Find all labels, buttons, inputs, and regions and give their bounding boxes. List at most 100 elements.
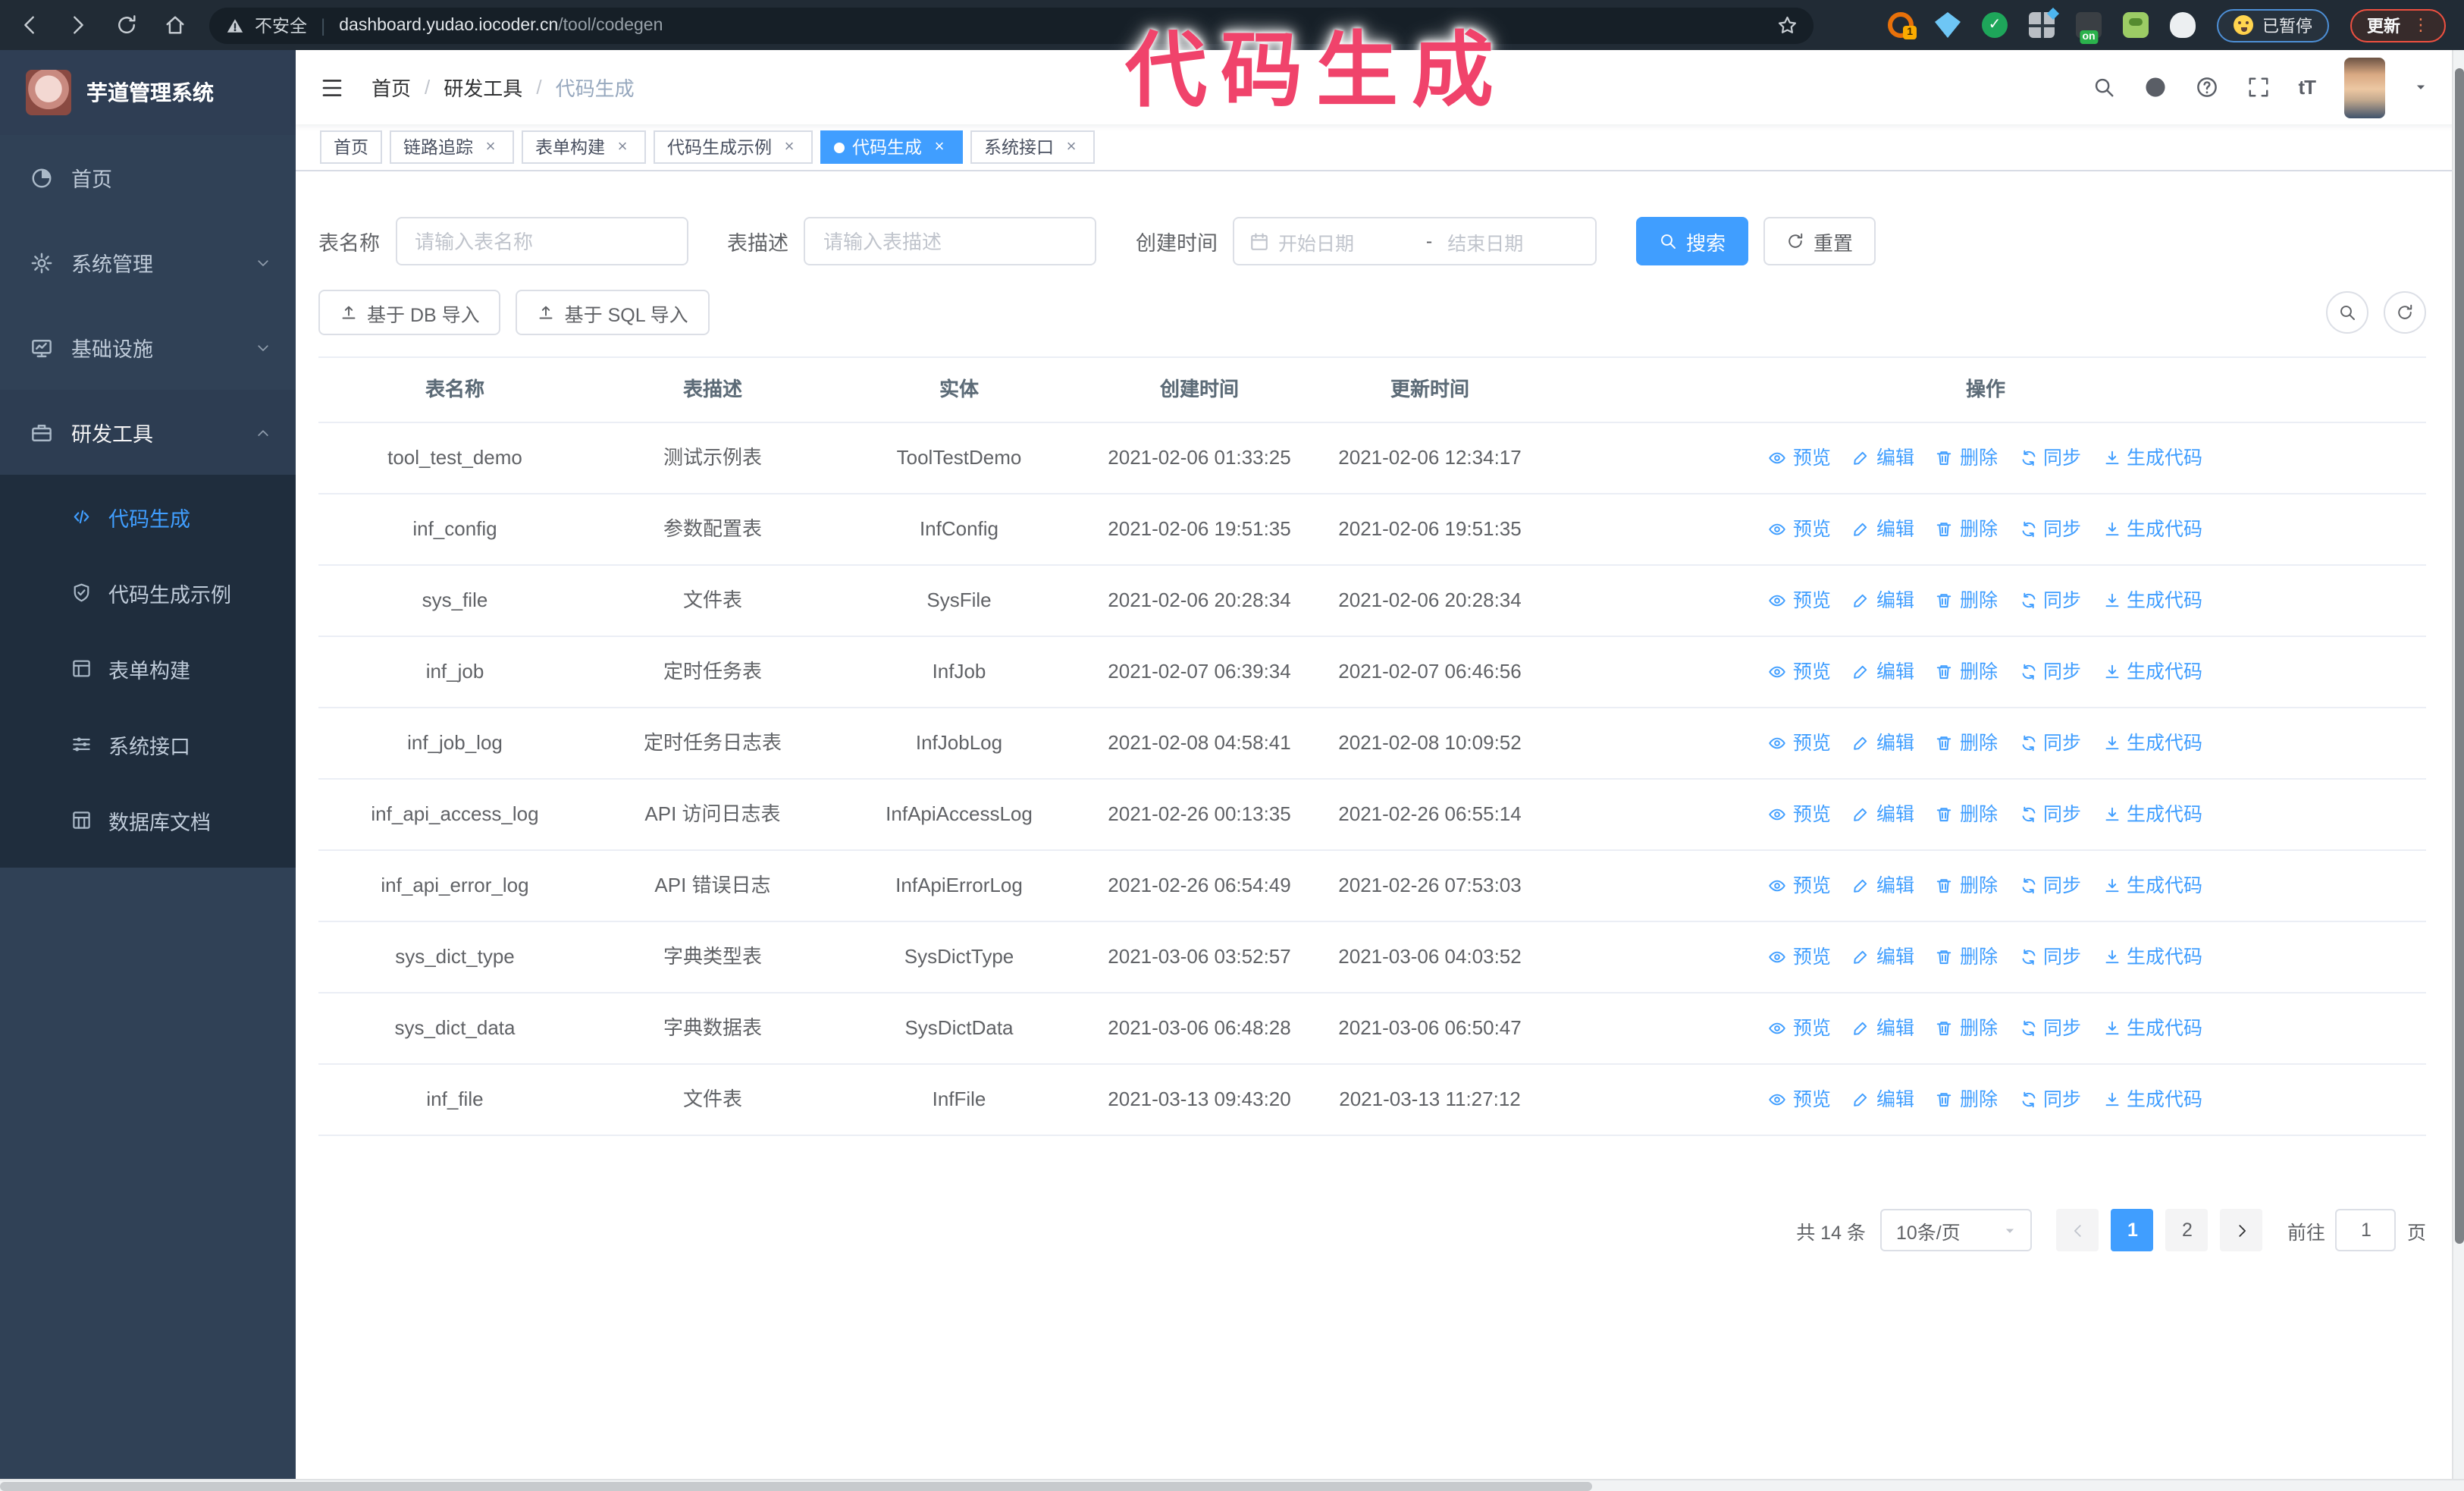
edit-link[interactable]: 编辑 xyxy=(1852,443,1914,473)
github-icon[interactable] xyxy=(2143,76,2166,99)
edit-link[interactable]: 编辑 xyxy=(1852,657,1914,687)
close-icon[interactable]: × xyxy=(1061,138,1081,156)
delete-link[interactable]: 删除 xyxy=(1936,657,1998,687)
generate-code-link[interactable]: 生成代码 xyxy=(2102,1085,2202,1115)
extension-gem-icon[interactable] xyxy=(1935,12,1961,38)
edit-link[interactable]: 编辑 xyxy=(1852,585,1914,616)
generate-code-link[interactable]: 生成代码 xyxy=(2102,799,2202,830)
edit-link[interactable]: 编辑 xyxy=(1852,728,1914,758)
sidebar-item-infra[interactable]: 基础设施 xyxy=(0,305,296,390)
db-import-button[interactable]: 基于 DB 导入 xyxy=(318,290,501,335)
preview-link[interactable]: 预览 xyxy=(1769,657,1831,687)
sync-link[interactable]: 同步 xyxy=(2019,871,2081,901)
breadcrumb-home[interactable]: 首页 xyxy=(371,73,411,102)
edit-link[interactable]: 编辑 xyxy=(1852,514,1914,545)
sql-import-button[interactable]: 基于 SQL 导入 xyxy=(516,290,710,335)
page-button-1[interactable]: 1 xyxy=(2111,1209,2154,1251)
question-icon[interactable] xyxy=(2195,76,2218,99)
sidebar-item-devtools[interactable]: 研发工具 xyxy=(0,390,296,475)
security-label[interactable]: 不安全 xyxy=(255,13,307,37)
delete-link[interactable]: 删除 xyxy=(1936,799,1998,830)
generate-code-link[interactable]: 生成代码 xyxy=(2102,942,2202,972)
page-size-select[interactable]: 10条/页 xyxy=(1880,1209,2033,1251)
sidebar-item-form-builder[interactable]: 表单构建 xyxy=(0,631,296,707)
delete-link[interactable]: 删除 xyxy=(1936,1013,1998,1044)
edit-link[interactable]: 编辑 xyxy=(1852,1085,1914,1115)
table-desc-input[interactable] xyxy=(804,217,1096,265)
preview-link[interactable]: 预览 xyxy=(1769,942,1831,972)
sync-link[interactable]: 同步 xyxy=(2019,585,2081,616)
sync-link[interactable]: 同步 xyxy=(2019,657,2081,687)
toggle-search-button[interactable] xyxy=(2326,291,2368,334)
delete-link[interactable]: 删除 xyxy=(1936,514,1998,545)
preview-link[interactable]: 预览 xyxy=(1769,514,1831,545)
font-size-icon[interactable]: tT xyxy=(2298,76,2316,99)
sidebar-item-codegen-demo[interactable]: 代码生成示例 xyxy=(0,555,296,631)
horizontal-scrollbar-thumb[interactable] xyxy=(0,1482,1592,1491)
goto-page-input[interactable] xyxy=(2335,1209,2397,1251)
sync-link[interactable]: 同步 xyxy=(2019,443,2081,473)
avatar[interactable] xyxy=(2344,57,2385,118)
preview-link[interactable]: 预览 xyxy=(1769,1085,1831,1115)
preview-link[interactable]: 预览 xyxy=(1769,799,1831,830)
search-button[interactable]: 搜索 xyxy=(1636,217,1749,265)
delete-link[interactable]: 删除 xyxy=(1936,585,1998,616)
sidebar-item-db-doc[interactable]: 数据库文档 xyxy=(0,783,296,859)
extension-robot-icon[interactable] xyxy=(2123,12,2149,38)
edit-link[interactable]: 编辑 xyxy=(1852,1013,1914,1044)
sync-link[interactable]: 同步 xyxy=(2019,1085,2081,1115)
next-page-button[interactable] xyxy=(2220,1209,2263,1251)
bookmark-star-icon[interactable] xyxy=(1776,15,1797,36)
sidebar-logo-row[interactable]: 芋道管理系统 xyxy=(0,50,296,135)
delete-link[interactable]: 删除 xyxy=(1936,942,1998,972)
edit-link[interactable]: 编辑 xyxy=(1852,871,1914,901)
close-icon[interactable]: × xyxy=(481,138,500,156)
preview-link[interactable]: 预览 xyxy=(1769,585,1831,616)
sidebar-item-system[interactable]: 系统管理 xyxy=(0,220,296,305)
extension-check-icon[interactable] xyxy=(1982,12,2008,38)
preview-link[interactable]: 预览 xyxy=(1769,1013,1831,1044)
extension-orange-icon[interactable]: 1 xyxy=(1888,12,1917,39)
extension-grid-icon[interactable] xyxy=(2029,12,2055,38)
reset-button[interactable]: 重置 xyxy=(1763,217,1876,265)
refresh-table-button[interactable] xyxy=(2384,291,2426,334)
home-icon[interactable] xyxy=(164,14,187,36)
close-icon[interactable]: × xyxy=(929,138,949,156)
generate-code-link[interactable]: 生成代码 xyxy=(2102,443,2202,473)
preview-link[interactable]: 预览 xyxy=(1769,728,1831,758)
breadcrumb-devtools[interactable]: 研发工具 xyxy=(444,73,522,102)
vertical-scrollbar-thumb[interactable] xyxy=(2455,68,2464,1244)
delete-link[interactable]: 删除 xyxy=(1936,443,1998,473)
page-button-2[interactable]: 2 xyxy=(2165,1209,2209,1251)
sync-link[interactable]: 同步 xyxy=(2019,799,2081,830)
tab-home[interactable]: 首页 xyxy=(320,130,382,164)
search-icon[interactable] xyxy=(2092,76,2114,99)
delete-link[interactable]: 删除 xyxy=(1936,1085,1998,1115)
horizontal-scrollbar[interactable] xyxy=(0,1479,2464,1491)
fullscreen-icon[interactable] xyxy=(2246,76,2269,99)
preview-link[interactable]: 预览 xyxy=(1769,871,1831,901)
extension-switch-icon[interactable]: on xyxy=(2076,12,2102,44)
vertical-scrollbar[interactable] xyxy=(2452,50,2464,1479)
close-icon[interactable]: × xyxy=(779,138,799,156)
tab-codegen[interactable]: 代码生成 × xyxy=(820,130,963,164)
tab-form-builder[interactable]: 表单构建 × xyxy=(522,130,646,164)
delete-link[interactable]: 删除 xyxy=(1936,728,1998,758)
caret-down-icon[interactable] xyxy=(2414,80,2428,94)
forward-icon[interactable] xyxy=(67,14,89,36)
sync-link[interactable]: 同步 xyxy=(2019,514,2081,545)
tab-tracing[interactable]: 链路追踪 × xyxy=(390,130,514,164)
sidebar-fold-icon[interactable] xyxy=(320,75,344,99)
delete-link[interactable]: 删除 xyxy=(1936,871,1998,901)
tab-system-api[interactable]: 系统接口 × xyxy=(970,130,1095,164)
close-icon[interactable]: × xyxy=(613,138,632,156)
url-bar[interactable]: 不安全 | dashboard.yudao.iocoder.cn/tool/co… xyxy=(209,7,1814,43)
edit-link[interactable]: 编辑 xyxy=(1852,942,1914,972)
generate-code-link[interactable]: 生成代码 xyxy=(2102,585,2202,616)
generate-code-link[interactable]: 生成代码 xyxy=(2102,1013,2202,1044)
prev-page-button[interactable] xyxy=(2056,1209,2099,1251)
extension-puppet-icon[interactable] xyxy=(2170,12,2196,38)
tab-codegen-demo[interactable]: 代码生成示例 × xyxy=(654,130,813,164)
reload-icon[interactable] xyxy=(115,14,138,36)
table-name-input[interactable] xyxy=(395,217,688,265)
